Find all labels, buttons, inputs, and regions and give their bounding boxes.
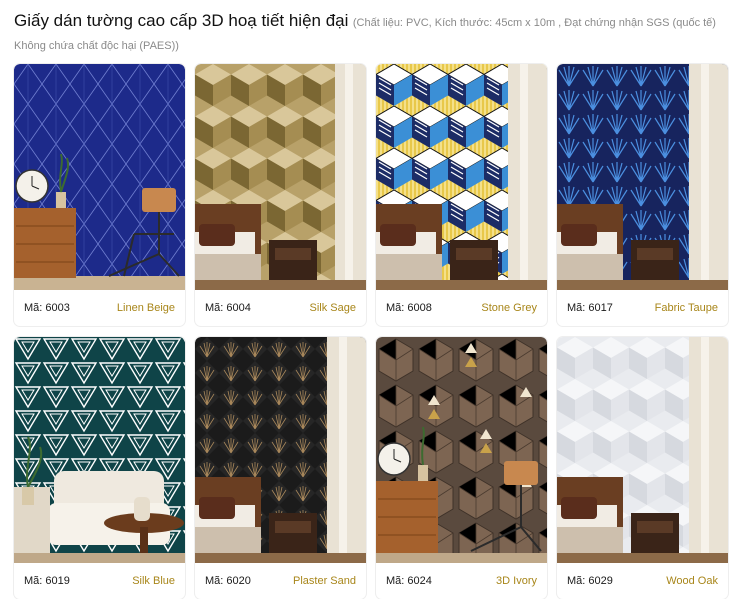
product-card[interactable]: Mã: 6008 Stone Grey xyxy=(376,64,547,326)
wallpaper-preview-white-cubes xyxy=(557,337,728,563)
product-name[interactable]: Stone Grey xyxy=(481,302,537,314)
wallpaper-preview-navy-fans xyxy=(557,64,728,290)
product-name[interactable]: Plaster Sand xyxy=(293,575,356,587)
product-code: Mã: 6003 xyxy=(24,302,70,314)
product-code: Mã: 6019 xyxy=(24,575,70,587)
product-image[interactable] xyxy=(557,337,728,563)
wallpaper-preview-blue-yellow-cubes xyxy=(376,64,547,290)
product-code: Mã: 6029 xyxy=(567,575,613,587)
product-image[interactable] xyxy=(376,64,547,290)
product-card[interactable]: Mã: 6020 Plaster Sand xyxy=(195,337,366,599)
product-card[interactable]: Mã: 6029 Wood Oak xyxy=(557,337,728,599)
product-card[interactable]: Mã: 6003 Linen Beige xyxy=(14,64,185,326)
product-card[interactable]: Mã: 6017 Fabric Taupe xyxy=(557,64,728,326)
wallpaper-preview-olive-cubes xyxy=(195,64,366,290)
page-title: Giấy dán tường cao cấp 3D hoạ tiết hiện … xyxy=(14,11,349,30)
product-image[interactable] xyxy=(376,337,547,563)
product-card[interactable]: Mã: 6024 3D Ivory xyxy=(376,337,547,599)
page-header: Giấy dán tường cao cấp 3D hoạ tiết hiện … xyxy=(14,10,736,57)
product-card[interactable]: Mã: 6019 Silk Blue xyxy=(14,337,185,599)
product-image[interactable] xyxy=(557,64,728,290)
product-image[interactable] xyxy=(14,64,185,290)
product-image[interactable] xyxy=(195,337,366,563)
product-name[interactable]: Linen Beige xyxy=(117,302,175,314)
product-name[interactable]: Silk Sage xyxy=(310,302,356,314)
product-name[interactable]: Silk Blue xyxy=(132,575,175,587)
product-code: Mã: 6024 xyxy=(386,575,432,587)
wallpaper-preview-navy-lattice xyxy=(14,64,185,290)
product-code: Mã: 6004 xyxy=(205,302,251,314)
product-name[interactable]: 3D Ivory xyxy=(496,575,537,587)
product-name[interactable]: Fabric Taupe xyxy=(655,302,718,314)
product-code: Mã: 6008 xyxy=(386,302,432,314)
wallpaper-preview-black-gold-fans xyxy=(195,337,366,563)
product-image[interactable] xyxy=(195,64,366,290)
product-code: Mã: 6017 xyxy=(567,302,613,314)
product-card[interactable]: Mã: 6004 Silk Sage xyxy=(195,64,366,326)
wallpaper-preview-wood-hexagons xyxy=(376,337,547,563)
product-code: Mã: 6020 xyxy=(205,575,251,587)
product-name[interactable]: Wood Oak xyxy=(666,575,718,587)
wallpaper-preview-teal-triangles xyxy=(14,337,185,563)
product-image[interactable] xyxy=(14,337,185,563)
